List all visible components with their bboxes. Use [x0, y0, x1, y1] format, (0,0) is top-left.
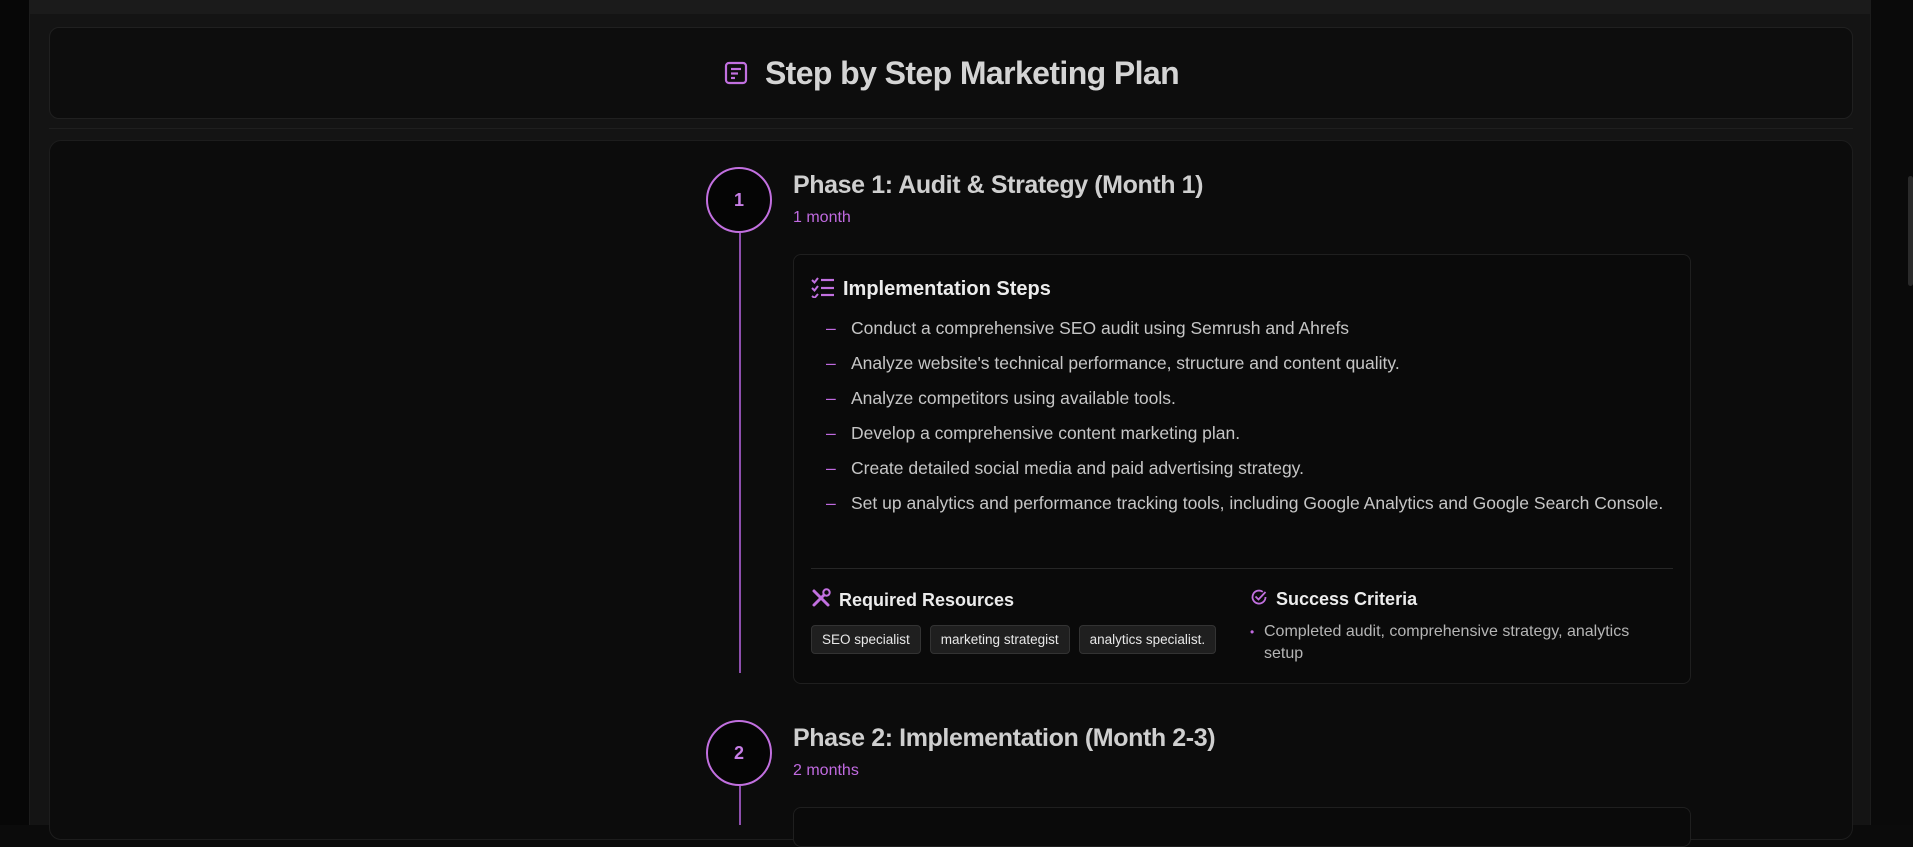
steps-header: Implementation Steps [811, 276, 1051, 303]
phase-number-badge: 2 [706, 720, 772, 786]
step-item: – Develop a comprehensive content marketi… [811, 420, 1671, 447]
step-text: Conduct a comprehensive SEO audit using … [851, 318, 1350, 338]
left-sidebar-edge [0, 0, 30, 825]
scrollbar-thumb[interactable] [1908, 176, 1913, 286]
criteria-item: • Completed audit, comprehensive strategy… [1250, 621, 1670, 665]
step-item: – Set up analytics and performance tracki… [811, 490, 1671, 517]
timeline-connector [739, 233, 741, 673]
criteria-header: Success Criteria [1250, 588, 1670, 611]
section-divider [811, 568, 1673, 569]
phase-details-card: Implementation Steps – Conduct a comprehe… [793, 254, 1691, 684]
dash-icon: – [826, 353, 836, 373]
required-resources: Required Resources SEO specialist market… [811, 588, 1217, 654]
step-text: Analyze competitors using available tool… [851, 388, 1176, 408]
dash-icon: – [826, 423, 836, 443]
divider [49, 128, 1853, 129]
top-band [30, 0, 1870, 14]
resource-tag: SEO specialist [811, 625, 921, 654]
bullet-icon: • [1250, 625, 1255, 639]
steps-list: – Conduct a comprehensive SEO audit using… [811, 315, 1671, 525]
dash-icon: – [826, 318, 836, 338]
criteria-heading: Success Criteria [1276, 589, 1418, 609]
phase-number-badge: 1 [706, 167, 772, 233]
right-scroll-area [1870, 0, 1913, 825]
step-item: – Analyze competitors using available too… [811, 385, 1671, 412]
phase-title: Phase 2: Implementation (Month 2-3) [793, 724, 1216, 752]
resource-tag: analytics specialist. [1078, 625, 1217, 654]
page-title: Step by Step Marketing Plan [764, 54, 1180, 91]
timeline-connector [739, 786, 741, 825]
success-criteria: Success Criteria • Completed audit, compr… [1250, 588, 1670, 665]
phase-duration: 1 month [793, 209, 851, 226]
dash-icon: – [826, 388, 836, 408]
checklist-icon [811, 276, 835, 303]
document-icon [723, 60, 749, 86]
step-text: Analyze website's technical performance,… [851, 353, 1400, 373]
dash-icon: – [826, 458, 836, 478]
phase-details-card [793, 807, 1691, 847]
criteria-text: Completed audit, comprehensive strategy,… [1264, 623, 1630, 662]
tools-icon [811, 588, 831, 613]
check-circle-icon [1250, 588, 1268, 611]
criteria-list: • Completed audit, comprehensive strategy… [1250, 621, 1670, 665]
resource-tag: marketing strategist [929, 625, 1070, 654]
steps-heading: Implementation Steps [843, 278, 1051, 300]
step-text: Develop a comprehensive content marketin… [851, 423, 1241, 443]
step-item: – Conduct a comprehensive SEO audit using… [811, 315, 1671, 342]
resources-header: Required Resources [811, 588, 1216, 613]
dash-icon: – [826, 493, 836, 513]
resource-tags: SEO specialist marketing strategist anal… [811, 625, 1217, 654]
step-text: Create detailed social media and paid ad… [851, 458, 1304, 478]
phase-duration: 2 months [793, 762, 859, 779]
resources-heading: Required Resources [839, 590, 1015, 610]
step-item: – Analyze website's technical performance… [811, 350, 1671, 377]
step-text: Set up analytics and performance trackin… [851, 493, 1664, 513]
step-item: – Create detailed social media and paid a… [811, 455, 1671, 482]
phase-title: Phase 1: Audit & Strategy (Month 1) [793, 171, 1204, 199]
title-card: Step by Step Marketing Plan [49, 27, 1853, 119]
